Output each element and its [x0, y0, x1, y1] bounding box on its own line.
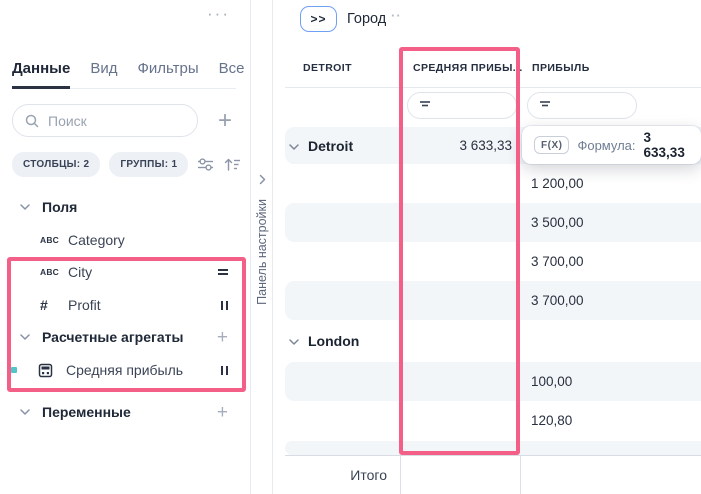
profit-cell[interactable]: 1 200,00	[520, 176, 701, 191]
chevron-down-icon[interactable]	[20, 334, 30, 340]
totals-label: Итого	[285, 467, 400, 483]
field-item-profit[interactable]: # Profit	[0, 290, 250, 320]
settings-panel-label: Панель настройки	[255, 199, 269, 305]
active-marker	[11, 367, 17, 373]
avg-profit-cell[interactable]: 3 633,33	[400, 138, 520, 153]
field-label: City	[68, 264, 92, 280]
settings-panel-strip: Панель настройки	[251, 0, 273, 494]
number-type-icon: #	[40, 297, 64, 313]
section-aggregates-label: Расчетные агрегаты	[42, 329, 183, 345]
profit-cell[interactable]: 3 700,00	[520, 254, 701, 269]
group-by-icon[interactable]	[218, 268, 228, 277]
table-row[interactable]: 3 500,00	[285, 203, 701, 242]
sliders-icon[interactable]	[197, 157, 214, 172]
avg-profit-filter-input[interactable]	[407, 92, 517, 119]
sidebar-tabs: Данные Вид Фильтры Все	[12, 60, 236, 89]
filter-icon	[539, 97, 551, 115]
formula-tooltip: F(X) Формула: 3 633,33	[522, 126, 701, 164]
filter-icon	[419, 97, 431, 115]
field-item-category[interactable]: ABC Category	[0, 225, 250, 255]
field-item-city[interactable]: ABC City	[0, 257, 250, 287]
section-variables-label: Переменные	[42, 404, 131, 420]
table-row[interactable]: 1 200,00	[285, 164, 701, 203]
sort-icon[interactable]	[224, 157, 241, 172]
table-row[interactable]: 100,00	[285, 362, 701, 401]
profit-cell[interactable]: 120,80	[520, 413, 701, 428]
app-window: ··· Данные Вид Фильтры Все Поиск + СТОЛБ…	[0, 0, 701, 494]
group-column-title: Город	[347, 11, 386, 27]
add-aggregate-button[interactable]: +	[217, 328, 228, 347]
tab-view[interactable]: Вид	[90, 60, 117, 77]
columns-count-badge: СТОЛБЦЫ: 2	[12, 152, 100, 177]
section-fields[interactable]: Поля	[0, 192, 250, 222]
formula-label: Формула:	[577, 138, 635, 153]
header-divider	[285, 87, 701, 88]
sidebar-more-icon[interactable]: ···	[207, 4, 230, 24]
text-type-icon: ABC	[40, 267, 64, 277]
search-input[interactable]: Поиск	[12, 104, 198, 137]
profit-cell[interactable]: 100,00	[520, 374, 701, 389]
tab-filters[interactable]: Фильтры	[137, 60, 198, 77]
search-row: Поиск +	[12, 104, 238, 137]
column-divider	[520, 456, 521, 494]
table-row[interactable]: 120,80	[285, 401, 701, 440]
totals-row: Итого	[285, 455, 701, 494]
table-row[interactable]: 3 700,00	[285, 242, 701, 281]
section-variables[interactable]: Переменные +	[0, 397, 250, 427]
field-label: Средняя прибыль	[66, 362, 183, 378]
calculator-icon	[38, 363, 62, 378]
search-icon	[25, 114, 39, 128]
fx-badge: F(X)	[534, 136, 569, 154]
chevron-down-icon[interactable]	[289, 137, 299, 155]
field-item-avg-profit[interactable]: Средняя прибыль	[0, 355, 250, 385]
table-row-partial	[285, 441, 701, 455]
table-row-group-london[interactable]: London	[285, 320, 701, 362]
section-aggregates[interactable]: Расчетные агрегаты +	[0, 322, 250, 352]
chevron-down-icon[interactable]	[20, 409, 30, 415]
column-indicator-icon[interactable]	[221, 301, 229, 310]
field-label: Profit	[68, 297, 101, 313]
group-label: Detroit	[308, 138, 353, 154]
group-label: London	[308, 333, 359, 349]
column-header-detroit[interactable]: DETROIT	[303, 62, 352, 74]
chevron-right-icon	[259, 172, 266, 190]
column-header-avg-profit[interactable]: СРЕДНЯЯ ПРИБЫ...	[413, 62, 523, 74]
data-sidebar: ··· Данные Вид Фильтры Все Поиск + СТОЛБ…	[0, 0, 251, 494]
title-menu-icon[interactable]: ··	[391, 8, 402, 23]
column-indicator-icon[interactable]	[221, 366, 229, 375]
badges-row: СТОЛБЦЫ: 2 ГРУППЫ: 1	[12, 152, 232, 177]
column-header-profit[interactable]: ПРИБЫЛЬ	[532, 62, 590, 74]
chevron-down-icon[interactable]	[20, 204, 30, 210]
formula-value: 3 633,33	[644, 130, 689, 160]
settings-panel-toggle[interactable]: Панель настройки	[251, 172, 273, 305]
section-fields-label: Поля	[42, 199, 77, 215]
profit-filter-input[interactable]	[527, 92, 637, 119]
profit-cell[interactable]: 3 500,00	[520, 215, 701, 230]
collapse-group-button[interactable]: >>	[300, 6, 337, 32]
column-divider	[400, 456, 401, 494]
tab-all[interactable]: Все	[219, 60, 245, 77]
profit-cell[interactable]: 3 700,00	[520, 293, 701, 308]
tab-data[interactable]: Данные	[12, 60, 70, 77]
search-placeholder: Поиск	[48, 113, 87, 129]
add-variable-button[interactable]: +	[217, 403, 228, 422]
table-row[interactable]: 3 700,00	[285, 281, 701, 320]
add-field-button[interactable]: +	[218, 109, 238, 133]
chevron-down-icon[interactable]	[289, 332, 299, 350]
field-label: Category	[68, 232, 125, 248]
groups-count-badge: ГРУППЫ: 1	[109, 152, 188, 177]
text-type-icon: ABC	[40, 235, 64, 245]
